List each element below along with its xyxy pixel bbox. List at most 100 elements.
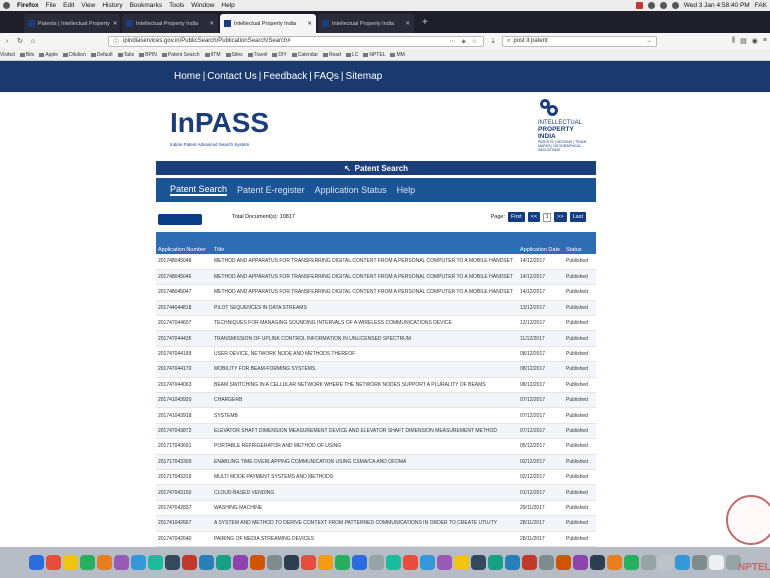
dock-app-icon[interactable] bbox=[607, 555, 622, 570]
bookmark-item[interactable]: Bits bbox=[19, 52, 34, 58]
tab-application-status[interactable]: Application Status bbox=[315, 185, 387, 195]
dock-app-icon[interactable] bbox=[437, 555, 452, 570]
dock-app-icon[interactable] bbox=[216, 555, 231, 570]
cell-application-number[interactable]: 201747044170 bbox=[156, 361, 212, 378]
cell-application-number[interactable]: 201747043872 bbox=[156, 423, 212, 440]
dock-app-icon[interactable] bbox=[199, 555, 214, 570]
dock-app-icon[interactable] bbox=[573, 555, 588, 570]
menubar-clock[interactable]: Wed 3 Jan 4:58:40 PM bbox=[684, 2, 750, 9]
library-icon[interactable]: ⫼ bbox=[732, 37, 735, 45]
table-row[interactable]: 201747044063 BEAM SWITCHING IN A CELLULAR… bbox=[156, 377, 596, 394]
url-bar[interactable]: ⓘ ipindiaservices.gov.in/PublicSearch/Pu… bbox=[108, 35, 484, 47]
table-row[interactable]: 201747044607 TECHNIQUES FOR MANAGING SOUN… bbox=[156, 315, 596, 332]
menu-window[interactable]: Window bbox=[191, 2, 214, 9]
bookmark-item[interactable]: BPIN bbox=[139, 52, 157, 58]
next-page-button[interactable]: >> bbox=[554, 212, 567, 222]
table-row[interactable]: 201741043918 SYSTEMB 07/12/2017 Published bbox=[156, 407, 596, 424]
menubar-app-name[interactable]: Firefox bbox=[17, 2, 39, 9]
bookmark-item[interactable]: Apple bbox=[39, 52, 58, 58]
bookmark-item[interactable]: NPTEL bbox=[363, 52, 385, 58]
last-page-button[interactable]: Last bbox=[569, 212, 586, 222]
table-row[interactable]: 201748045046 METHOD AND APPARATUS FOR TRA… bbox=[156, 269, 596, 286]
page-number-input[interactable]: 1 bbox=[543, 212, 552, 222]
dock-app-icon[interactable] bbox=[301, 555, 316, 570]
dock-app-icon[interactable] bbox=[420, 555, 435, 570]
dock-app-icon[interactable] bbox=[386, 555, 401, 570]
menubar-user[interactable]: FAK bbox=[755, 2, 767, 9]
cell-application-number[interactable]: 201747044607 bbox=[156, 315, 212, 332]
menu-view[interactable]: View bbox=[81, 2, 95, 9]
cell-application-number[interactable]: 201747044063 bbox=[156, 377, 212, 394]
apple-icon[interactable] bbox=[3, 2, 10, 9]
reload-icon[interactable]: ↻ bbox=[16, 37, 24, 45]
topnav-sitemap[interactable]: Sitemap bbox=[346, 71, 383, 82]
back-icon[interactable]: › bbox=[3, 38, 11, 45]
cell-application-number[interactable]: 201717043319 bbox=[156, 469, 212, 486]
cell-application-number[interactable]: 201748045048 bbox=[156, 254, 212, 270]
dock-app-icon[interactable] bbox=[250, 555, 265, 570]
dock-app-icon[interactable] bbox=[505, 555, 520, 570]
dock-app-icon[interactable] bbox=[29, 555, 44, 570]
dock-app-icon[interactable] bbox=[471, 555, 486, 570]
topnav-home[interactable]: Home bbox=[174, 71, 201, 82]
table-row[interactable]: 201748045047 METHOD AND APPARATUS FOR TRA… bbox=[156, 284, 596, 301]
cell-application-number[interactable]: 201717043309 bbox=[156, 454, 212, 470]
bookmark-item[interactable]: DIY bbox=[272, 52, 287, 58]
topnav-contact[interactable]: Contact Us bbox=[207, 71, 256, 82]
dock-app-icon[interactable] bbox=[624, 555, 639, 570]
info-icon[interactable]: ⓘ bbox=[113, 37, 119, 46]
bookmark-item[interactable]: Visited bbox=[0, 52, 15, 58]
dock-app-icon[interactable] bbox=[148, 555, 163, 570]
download-icon[interactable]: ⇣ bbox=[489, 37, 497, 45]
search-input[interactable]: post it patent bbox=[513, 38, 547, 44]
dock-app-icon[interactable] bbox=[46, 555, 61, 570]
dock-app-icon[interactable] bbox=[692, 555, 707, 570]
cell-application-number[interactable]: 201747043150 bbox=[156, 484, 212, 501]
menu-icon[interactable]: ≡ bbox=[763, 37, 767, 45]
dock-app-icon[interactable] bbox=[403, 555, 418, 570]
close-icon[interactable]: ✕ bbox=[307, 21, 312, 27]
bookmark-item[interactable]: Travel bbox=[247, 52, 267, 58]
table-row[interactable]: 201717043601 PORTABLE REFRIGERATOR AND ME… bbox=[156, 438, 596, 455]
browser-tab-active[interactable]: Intellectual Property India ✕ bbox=[220, 14, 316, 33]
table-row[interactable]: 201741042667 A SYSTEM AND METHOD TO DERIV… bbox=[156, 515, 596, 532]
dock-app-icon[interactable] bbox=[522, 555, 537, 570]
sidebar-icon[interactable]: ▤ bbox=[740, 37, 747, 45]
prev-page-button[interactable]: << bbox=[527, 212, 541, 222]
cell-application-number[interactable]: 201747044435 bbox=[156, 330, 212, 347]
table-row[interactable]: 201747043150 CLOUD-BASED VENDING 01/12/201… bbox=[156, 484, 596, 501]
dock-app-icon[interactable] bbox=[539, 555, 554, 570]
table-row[interactable]: 201747044199 USER DEVICE, NETWORK NODE AN… bbox=[156, 346, 596, 363]
menu-tools[interactable]: Tools bbox=[169, 2, 184, 9]
home-icon[interactable]: ⌂ bbox=[29, 38, 37, 45]
dock-app-icon[interactable] bbox=[590, 555, 605, 570]
dock-app-icon[interactable] bbox=[318, 555, 333, 570]
menu-edit[interactable]: Edit bbox=[63, 2, 74, 9]
dock-app-icon[interactable] bbox=[63, 555, 78, 570]
back-to-search-button[interactable] bbox=[158, 214, 202, 225]
dock-app-icon[interactable] bbox=[641, 555, 656, 570]
bookmark-item[interactable]: Patent Search bbox=[161, 52, 200, 58]
dock-app-icon[interactable] bbox=[131, 555, 146, 570]
cell-application-number[interactable]: 201748045046 bbox=[156, 269, 212, 286]
table-row[interactable]: 201747043872 ELEVATOR SHAFT DIMENSION MEA… bbox=[156, 423, 596, 440]
bookmark-item[interactable]: Calendar bbox=[291, 52, 318, 58]
table-row[interactable]: 201747044170 MOBILITY FOR BEAM-FORMING SY… bbox=[156, 361, 596, 378]
tab-help[interactable]: Help bbox=[397, 185, 416, 195]
cell-application-number[interactable]: 201747042640 bbox=[156, 531, 212, 547]
bookmark-item[interactable]: IITM bbox=[204, 52, 221, 58]
search-go-icon[interactable]: → bbox=[646, 38, 652, 44]
first-page-button[interactable]: First bbox=[508, 212, 525, 222]
close-icon[interactable]: ✕ bbox=[209, 21, 214, 27]
topnav-feedback[interactable]: Feedback bbox=[263, 71, 307, 82]
cell-application-number[interactable]: 201741043918 bbox=[156, 407, 212, 424]
volume-icon[interactable] bbox=[659, 2, 667, 9]
dock-app-icon[interactable] bbox=[114, 555, 129, 570]
new-tab-icon[interactable]: + bbox=[416, 17, 434, 28]
table-row[interactable]: 201747044435 TRANSMISSION OF UPLINK CONTR… bbox=[156, 330, 596, 347]
tab-patent-e-register[interactable]: Patent E-register bbox=[237, 185, 305, 195]
topnav-faqs[interactable]: FAQs bbox=[314, 71, 339, 82]
table-row[interactable]: 201747042640 PAIRING OF MEDIA STREAMING D… bbox=[156, 531, 596, 547]
status-app-icon[interactable] bbox=[635, 2, 643, 9]
cell-application-number[interactable]: 201747044199 bbox=[156, 346, 212, 363]
